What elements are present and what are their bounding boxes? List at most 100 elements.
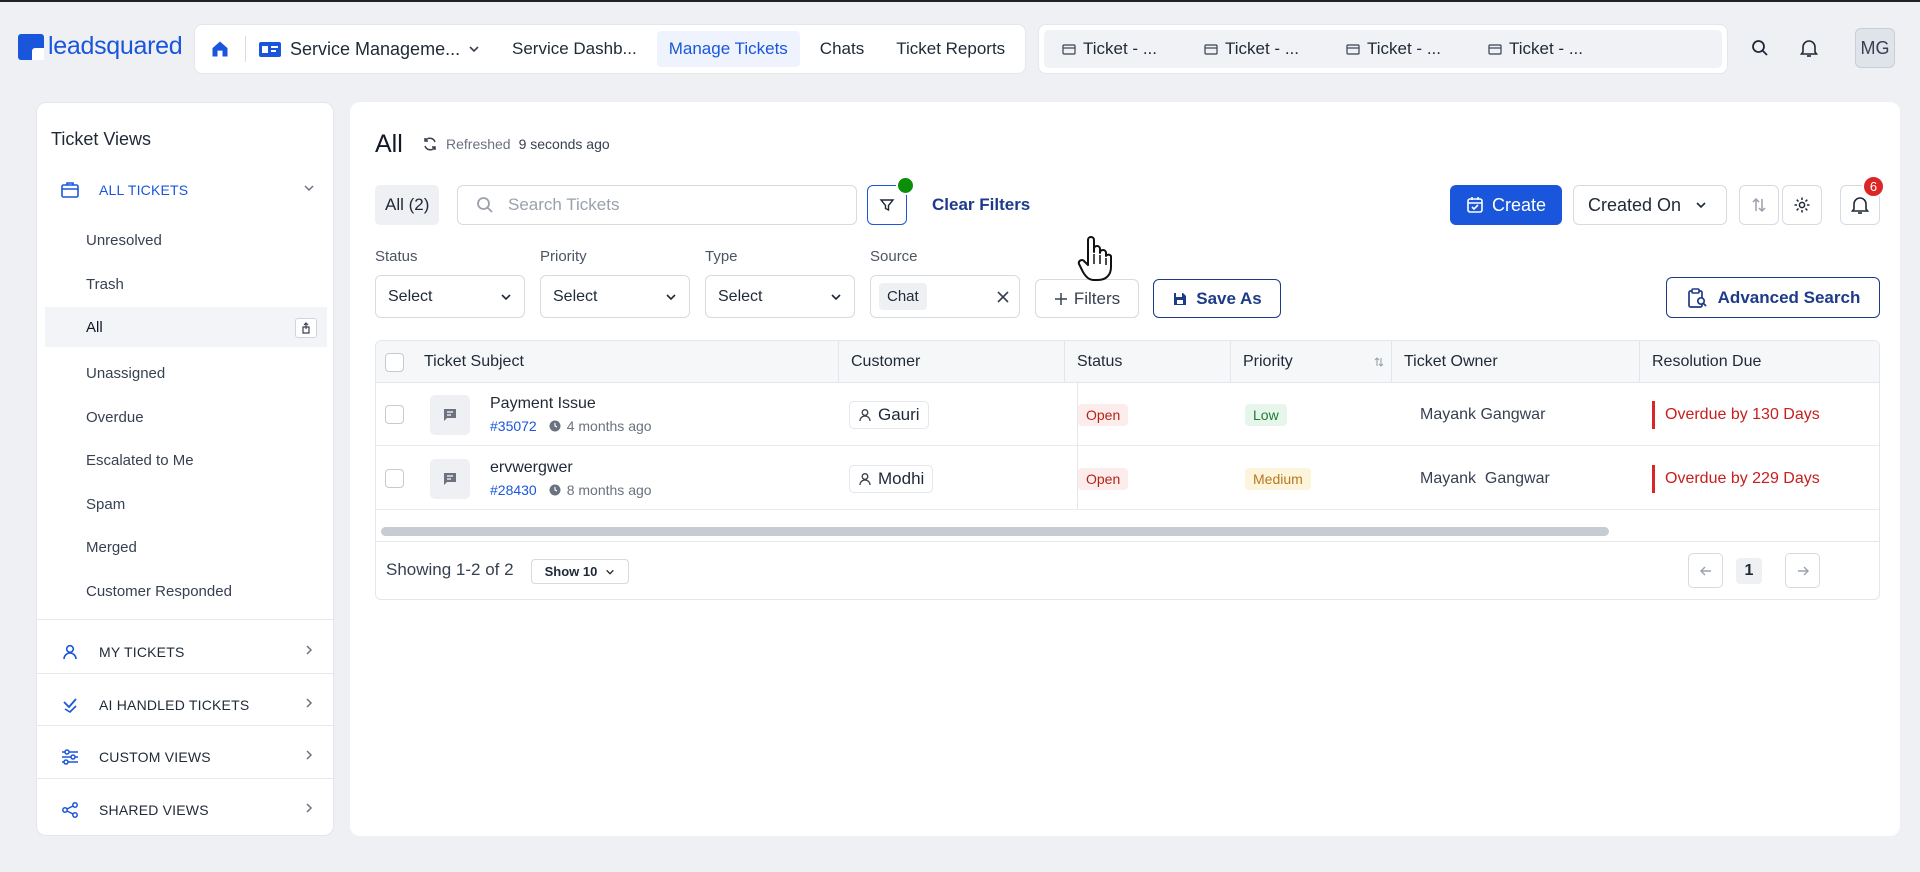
save-as-button[interactable]: Save As bbox=[1153, 279, 1281, 318]
table-row[interactable]: ervwergwer #28430 8 months ago Modhi Ope… bbox=[376, 447, 1879, 510]
sidebar-item-overdue[interactable]: Overdue bbox=[45, 397, 327, 437]
sidebar-item-unassigned[interactable]: Unassigned bbox=[45, 353, 327, 393]
status-badge: Open bbox=[1078, 403, 1129, 426]
column-ticket-subject[interactable]: Ticket Subject bbox=[412, 341, 839, 383]
tab-chats[interactable]: Chats bbox=[808, 31, 876, 67]
ticket-subject[interactable]: Payment Issue bbox=[490, 395, 652, 413]
advanced-search-button[interactable]: Advanced Search bbox=[1666, 277, 1880, 318]
add-filters-button[interactable]: Filters bbox=[1035, 279, 1139, 318]
search-input[interactable] bbox=[508, 195, 838, 215]
horizontal-scrollbar[interactable] bbox=[381, 527, 1609, 536]
ticket-icon bbox=[1062, 44, 1076, 55]
close-icon[interactable] bbox=[995, 289, 1011, 305]
column-status[interactable]: Status bbox=[1065, 341, 1231, 383]
advanced-search-label: Advanced Search bbox=[1717, 287, 1861, 307]
ticket-id-link[interactable]: #35072 bbox=[490, 418, 537, 434]
select-all-cell bbox=[376, 341, 412, 383]
select-all-checkbox[interactable] bbox=[385, 352, 404, 372]
main-nav: Service Manageme... Service Dashb... Man… bbox=[194, 24, 1026, 74]
sidebar-item-merged[interactable]: Merged bbox=[45, 527, 327, 567]
notifications-button[interactable] bbox=[1797, 36, 1821, 60]
gear-icon bbox=[1794, 197, 1810, 213]
sort-icon[interactable] bbox=[1373, 356, 1385, 368]
leadsquared-logo[interactable]: leadsquared bbox=[18, 32, 183, 61]
current-page[interactable]: 1 bbox=[1736, 558, 1762, 584]
column-priority[interactable]: Priority bbox=[1231, 341, 1392, 383]
sidebar-item-spam[interactable]: Spam bbox=[45, 484, 327, 524]
table-footer: Showing 1-2 of 2 Show 10 1 bbox=[376, 541, 1879, 599]
tab-manage-tickets[interactable]: Manage Tickets bbox=[656, 31, 800, 67]
sidebar-group-all-tickets[interactable]: ALL TICKETS bbox=[45, 165, 327, 215]
priority-filter-select[interactable]: Select bbox=[540, 275, 690, 318]
showing-count: Showing 1-2 of 2 bbox=[386, 560, 514, 579]
sidebar-group-label: ALL TICKETS bbox=[99, 182, 189, 198]
priority-badge: Medium bbox=[1245, 467, 1311, 490]
sidebar-group-my-tickets[interactable]: MY TICKETS bbox=[45, 627, 327, 677]
global-search-button[interactable] bbox=[1748, 36, 1772, 60]
user-avatar[interactable]: MG bbox=[1855, 28, 1895, 68]
sort-order-button[interactable] bbox=[1739, 185, 1779, 225]
recent-ticket-tab[interactable]: Ticket - ... bbox=[1346, 39, 1448, 59]
sidebar-group-custom-views[interactable]: CUSTOM VIEWS bbox=[45, 732, 327, 782]
sidebar-group-shared-views[interactable]: SHARED VIEWS bbox=[45, 785, 327, 835]
settings-button[interactable] bbox=[1782, 185, 1822, 225]
sidebar-item-escalated[interactable]: Escalated to Me bbox=[45, 440, 327, 480]
create-label: Create bbox=[1491, 194, 1547, 215]
table-row[interactable]: Payment Issue #35072 4 months ago Gauri … bbox=[376, 383, 1879, 446]
top-bar: leadsquared Service Manageme... Service … bbox=[0, 0, 1920, 94]
filter-active-indicator bbox=[896, 176, 915, 195]
bell-icon bbox=[1851, 197, 1869, 214]
tab-ticket-reports[interactable]: Ticket Reports bbox=[884, 31, 1017, 67]
home-button[interactable] bbox=[195, 24, 245, 74]
resolution-due: Overdue by 130 Days bbox=[1652, 400, 1820, 429]
status-badge: Open bbox=[1078, 467, 1129, 490]
source-filter-label: Source bbox=[870, 248, 918, 265]
app-switcher[interactable]: Service Manageme... bbox=[246, 38, 496, 60]
sidebar-title: Ticket Views bbox=[51, 129, 152, 149]
resolution-due: Overdue by 229 Days bbox=[1652, 464, 1820, 493]
column-ticket-owner[interactable]: Ticket Owner bbox=[1392, 341, 1640, 383]
pin-view-icon[interactable] bbox=[295, 318, 317, 338]
refresh-icon[interactable] bbox=[422, 136, 438, 152]
page-size-select[interactable]: Show 10 bbox=[531, 559, 629, 584]
ticket-icon bbox=[1204, 44, 1218, 55]
ticket-icon bbox=[1346, 44, 1360, 55]
share-icon bbox=[59, 799, 81, 821]
sidebar-item-unresolved[interactable]: Unresolved bbox=[45, 220, 327, 260]
column-customer[interactable]: Customer bbox=[839, 341, 1065, 383]
home-icon bbox=[212, 41, 228, 57]
next-page-button[interactable] bbox=[1785, 553, 1820, 588]
add-filters-label: Filters bbox=[1073, 288, 1121, 308]
type-filter-select[interactable]: Select bbox=[705, 275, 855, 318]
plus-icon bbox=[1054, 292, 1067, 305]
chevron-right-icon bbox=[306, 645, 313, 655]
prev-page-button[interactable] bbox=[1688, 553, 1723, 588]
recent-ticket-label: Ticket - ... bbox=[1083, 39, 1157, 58]
recent-tabs-bar: Ticket - ... Ticket - ... Ticket - ... T… bbox=[1038, 24, 1728, 74]
row-checkbox[interactable] bbox=[385, 469, 404, 488]
customer-chip[interactable]: Modhi bbox=[849, 464, 934, 493]
clear-filters-link[interactable]: Clear Filters bbox=[932, 195, 1030, 215]
tickets-table: Ticket Subject Customer Status Priority … bbox=[375, 340, 1880, 600]
ticket-subject[interactable]: ervwergwer bbox=[490, 459, 652, 477]
recent-ticket-tab[interactable]: Ticket - ... bbox=[1062, 39, 1164, 59]
sidebar-item-trash[interactable]: Trash bbox=[45, 264, 327, 304]
customer-chip[interactable]: Gauri bbox=[849, 400, 929, 429]
sidebar-item-customer-responded[interactable]: Customer Responded bbox=[45, 571, 327, 611]
sidebar-group-ai-handled[interactable]: AI HANDLED TICKETS bbox=[45, 680, 327, 730]
row-checkbox[interactable] bbox=[385, 405, 404, 424]
sidebar-item-all[interactable]: All bbox=[45, 307, 327, 347]
column-resolution-due[interactable]: Resolution Due bbox=[1640, 341, 1879, 383]
recent-ticket-tab[interactable]: Ticket - ... bbox=[1488, 39, 1590, 59]
arrow-left-icon bbox=[1699, 566, 1711, 575]
tab-service-dashboard[interactable]: Service Dashb... bbox=[500, 31, 649, 67]
sort-by-select[interactable]: Created On bbox=[1573, 185, 1727, 225]
source-filter-select[interactable]: Chat bbox=[870, 275, 1020, 318]
tickets-main-panel: All Refreshed 9 seconds ago All (2) Clea… bbox=[350, 102, 1900, 836]
ticket-id-link[interactable]: #28430 bbox=[490, 482, 537, 498]
create-ticket-button[interactable]: Create bbox=[1450, 185, 1562, 225]
recent-ticket-tab[interactable]: Ticket - ... bbox=[1204, 39, 1306, 59]
recent-ticket-label: Ticket - ... bbox=[1509, 39, 1583, 58]
status-filter-select[interactable]: Select bbox=[375, 275, 525, 318]
chevron-right-icon bbox=[306, 698, 313, 708]
